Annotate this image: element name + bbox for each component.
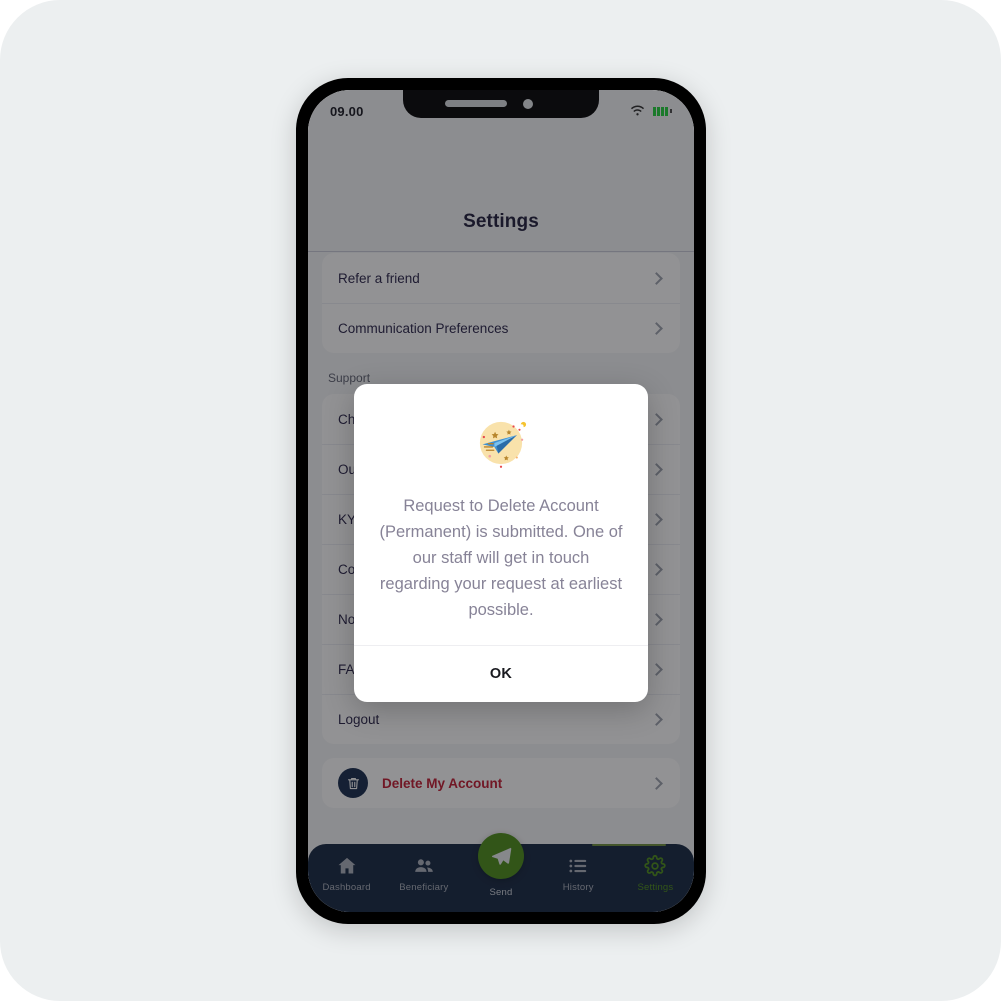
phone-frame: Settings Refer a friend Communication Pr… — [296, 78, 706, 924]
delete-account-confirmation-dialog: Request to Delete Account (Permanent) is… — [354, 384, 648, 703]
page-background: Settings Refer a friend Communication Pr… — [0, 0, 1001, 1001]
ok-button[interactable]: OK — [490, 666, 512, 682]
dialog-body: Request to Delete Account (Permanent) is… — [354, 384, 648, 645]
dialog-message: Request to Delete Account (Permanent) is… — [379, 497, 623, 619]
dialog-actions: OK — [354, 645, 648, 702]
phone-screen: Settings Refer a friend Communication Pr… — [308, 90, 694, 912]
paper-plane-illustration — [468, 410, 534, 476]
